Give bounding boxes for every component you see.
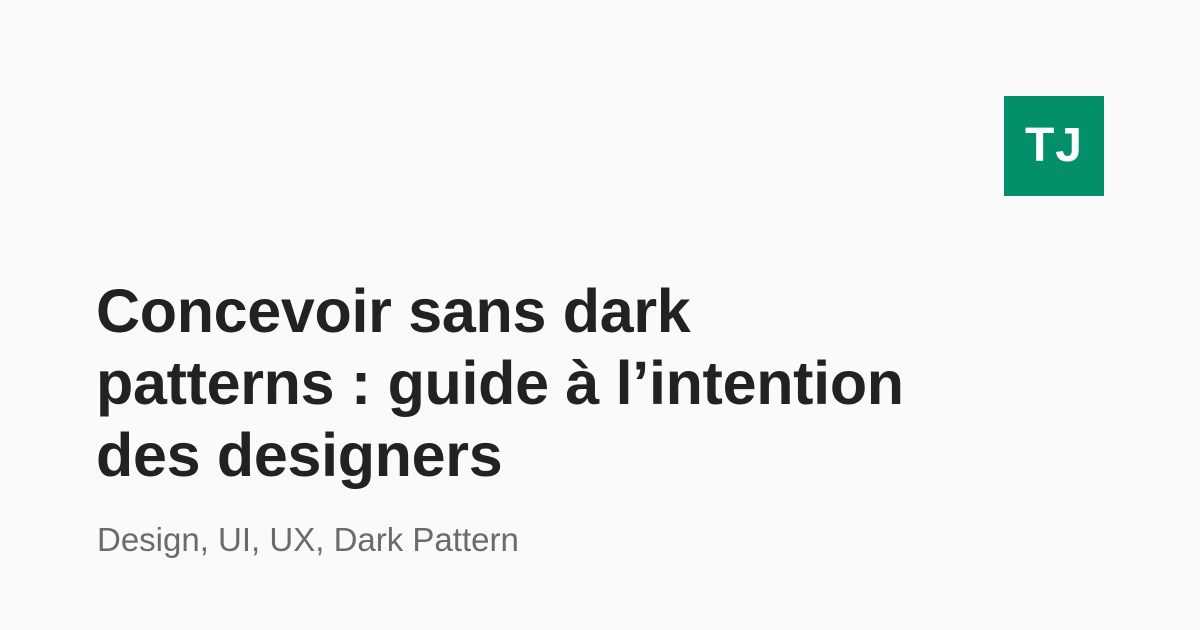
article-tags: Design, UI, UX, Dark Pattern [97, 521, 519, 558]
site-logo: TJ [1004, 96, 1104, 196]
logo-initials: TJ [1024, 119, 1083, 172]
page-title: Concevoir sans dark patterns : guide à l… [96, 277, 904, 489]
